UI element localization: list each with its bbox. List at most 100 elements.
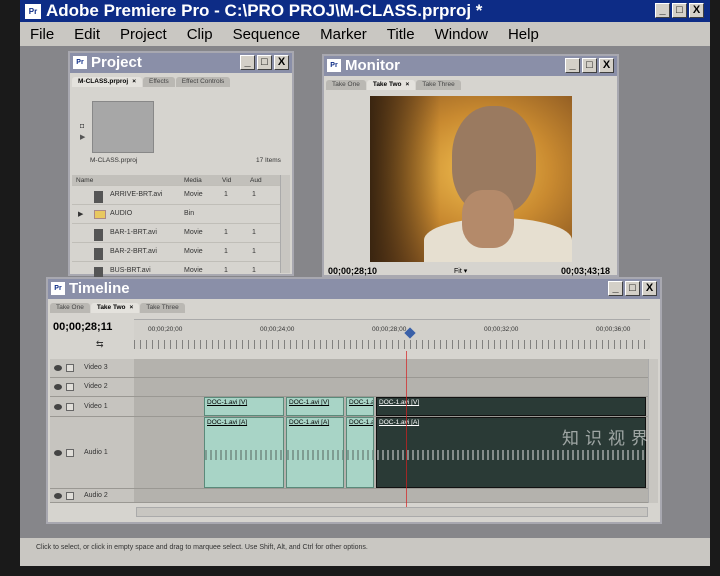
play-icon[interactable]: ▶ <box>80 132 90 143</box>
monitor-maximize-button[interactable]: □ <box>582 58 597 73</box>
project-title-bar[interactable]: Pr Project _ □ X <box>70 53 292 73</box>
track-header[interactable]: Video 3 <box>50 359 134 378</box>
timeline-minimize-button[interactable]: _ <box>608 281 623 296</box>
eye-icon[interactable] <box>54 365 62 371</box>
track-header[interactable]: Video 1 <box>50 397 134 417</box>
tab-close-icon[interactable]: × <box>405 81 409 88</box>
tab-effect-controls[interactable]: Effect Controls <box>175 77 231 87</box>
status-bar: Click to select, or click in empty space… <box>20 538 710 566</box>
video-clip[interactable]: DOC-1.avi [V] <box>346 397 374 416</box>
video-clip[interactable]: DOC-1.avi [V] <box>286 397 344 416</box>
lock-icon[interactable] <box>66 383 74 391</box>
project-row[interactable]: ▶ AUDIO Bin <box>72 205 282 224</box>
project-row[interactable]: BAR-1-BRT.avi Movie 1 1 <box>72 224 282 243</box>
menu-window[interactable]: Window <box>425 26 498 43</box>
project-minimize-button[interactable]: _ <box>240 55 255 70</box>
tab-effects[interactable]: Effects <box>143 77 175 87</box>
track-header[interactable]: Audio 1 <box>50 417 134 489</box>
minimize-button[interactable]: _ <box>655 3 670 18</box>
tab-take-one[interactable]: Take One <box>326 80 366 90</box>
col-media[interactable]: Media <box>184 177 202 184</box>
menu-edit[interactable]: Edit <box>64 26 110 43</box>
menu-help[interactable]: Help <box>498 26 549 43</box>
menu-file[interactable]: File <box>20 26 64 43</box>
tab-take-one[interactable]: Take One <box>50 303 90 313</box>
audio-clip[interactable]: DOC-1.avi [A] <box>346 417 374 488</box>
eye-icon[interactable] <box>54 384 62 390</box>
cell-media: Movie <box>184 191 203 198</box>
lock-icon[interactable] <box>66 491 74 500</box>
timeline-horizontal-scrollbar[interactable] <box>136 507 648 517</box>
lock-icon[interactable] <box>66 364 74 372</box>
project-row[interactable]: ARRIVE-BRT.avi Movie 1 1 <box>72 186 282 205</box>
tab-close-icon[interactable]: × <box>132 78 136 85</box>
audio-clip[interactable]: DOC-1.avi [A] <box>204 417 284 488</box>
window-controls: _ □ X <box>655 3 704 18</box>
status-text: Click to select, or click in empty space… <box>36 544 368 551</box>
eye-icon[interactable] <box>54 403 62 410</box>
panel-app-icon: Pr <box>73 56 87 69</box>
tab-take-two[interactable]: Take Two × <box>366 80 416 90</box>
project-tabs: M-CLASS.prproj × Effects Effect Controls <box>70 75 292 87</box>
project-maximize-button[interactable]: □ <box>257 55 272 70</box>
program-monitor-video[interactable] <box>370 96 572 262</box>
clip-label: DOC-1.avi [A] <box>349 419 373 426</box>
tab-take-three[interactable]: Take Three <box>140 303 185 313</box>
timeline-title-bar[interactable]: Pr Timeline _ □ X <box>48 279 660 299</box>
project-close-button[interactable]: X <box>274 55 289 70</box>
video-clip[interactable]: DOC-1.avi [V] <box>204 397 284 416</box>
timeline-close-button[interactable]: X <box>642 281 657 296</box>
menu-marker[interactable]: Marker <box>310 26 377 43</box>
tab-project-file[interactable]: M-CLASS.prproj × <box>72 77 142 87</box>
cell-vid: 1 <box>224 267 228 274</box>
track-name: Video 1 <box>84 402 108 410</box>
zoom-select[interactable]: Fit ▾ <box>454 267 467 275</box>
col-aud[interactable]: Aud <box>250 177 262 184</box>
menu-title[interactable]: Title <box>377 26 425 43</box>
col-name[interactable]: Name <box>76 177 93 184</box>
cell-name: BAR-1-BRT.avi <box>110 229 157 236</box>
menu-sequence[interactable]: Sequence <box>223 26 311 43</box>
monitor-current-time[interactable]: 00;00;28;10 <box>328 266 377 276</box>
expand-triangle-icon[interactable]: ▶ <box>78 210 83 218</box>
snap-icon[interactable]: ⇆ <box>96 339 104 350</box>
tab-take-three[interactable]: Take Three <box>416 80 461 90</box>
project-scrollbar[interactable] <box>280 175 290 273</box>
track-area[interactable]: DOC-1.avi [V] DOC-1.avi [V] DOC-1.avi [V] D… <box>134 397 648 417</box>
tab-label: M-CLASS.prproj <box>78 78 129 85</box>
cell-aud: 1 <box>252 191 256 198</box>
track-header[interactable]: Video 2 <box>50 378 134 397</box>
lock-icon[interactable] <box>66 448 74 457</box>
poster-frame-icon[interactable]: ◘ <box>80 121 90 132</box>
track-area[interactable] <box>134 489 648 503</box>
project-row[interactable]: BAR-2-BRT.avi Movie 1 1 <box>72 243 282 262</box>
timeline-maximize-button[interactable]: □ <box>625 281 640 296</box>
tab-take-two[interactable]: Take Two × <box>90 303 140 313</box>
clip-label: DOC-1.avi [V] <box>289 399 330 406</box>
audio-clip[interactable]: DOC-1.avi [A] <box>286 417 344 488</box>
track-area[interactable] <box>134 359 648 378</box>
speaker-icon[interactable] <box>54 492 62 499</box>
watermark: 知识视界 <box>562 429 654 449</box>
cell-vid: 1 <box>224 191 228 198</box>
track-header[interactable]: Audio 2 <box>50 489 134 503</box>
clip-preview-thumbnail <box>92 101 154 153</box>
maximize-button[interactable]: □ <box>672 3 687 18</box>
timeline-ruler[interactable]: 00;00;20;00 00;00;24;00 00;00;28;00 00;0… <box>134 319 650 349</box>
track-area[interactable] <box>134 378 648 397</box>
close-button[interactable]: X <box>689 3 704 18</box>
menu-project[interactable]: Project <box>110 26 177 43</box>
tab-close-icon[interactable]: × <box>129 304 133 311</box>
monitor-title-bar[interactable]: Pr Monitor _ □ X <box>324 56 617 76</box>
menu-clip[interactable]: Clip <box>177 26 223 43</box>
timeline-tracks: Video 3 Video 2 Video 1 DOC-1.avi [V] DOC-1.… <box>50 359 648 503</box>
timeline-current-time[interactable]: 00;00;28;11 <box>53 321 112 333</box>
monitor-close-button[interactable]: X <box>599 58 614 73</box>
monitor-minimize-button[interactable]: _ <box>565 58 580 73</box>
lock-icon[interactable] <box>66 402 74 411</box>
video-clip[interactable]: DOC-1.avi [V] <box>376 397 646 416</box>
cell-name: AUDIO <box>110 210 133 217</box>
col-vid[interactable]: Vid <box>222 177 231 184</box>
speaker-icon[interactable] <box>54 449 62 456</box>
project-title: Project <box>91 54 142 71</box>
